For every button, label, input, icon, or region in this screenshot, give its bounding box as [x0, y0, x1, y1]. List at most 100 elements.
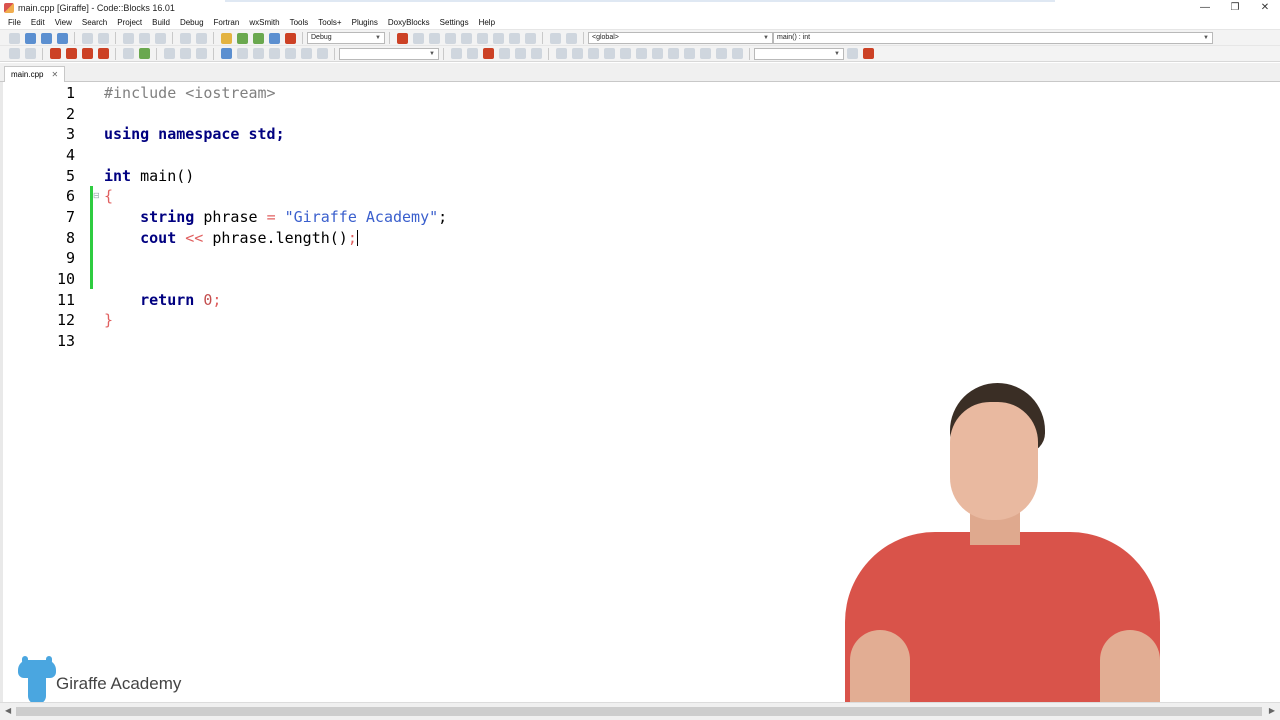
doxy-html-icon[interactable] [619, 48, 631, 59]
build-target-select[interactable]: Debug ▼ [307, 32, 385, 44]
spell-check-icon[interactable] [699, 48, 711, 59]
menu-file[interactable]: File [3, 18, 26, 27]
save-all-icon[interactable] [56, 32, 68, 44]
doxy-block-icon[interactable] [587, 48, 599, 59]
menu-settings[interactable]: Settings [435, 18, 474, 27]
stream-comment-icon[interactable] [220, 48, 232, 59]
function-select[interactable]: main() : int ▼ [773, 32, 1213, 44]
doxy-chm-icon[interactable] [635, 48, 647, 59]
abort-icon[interactable] [284, 32, 296, 44]
text-edit-icon[interactable] [268, 48, 280, 59]
wx-icon[interactable] [498, 48, 510, 59]
next-instruction-icon[interactable] [476, 32, 488, 44]
code-completion-select[interactable]: ▼ [339, 47, 439, 60]
dictionary-select[interactable]: ▼ [754, 47, 844, 60]
step-instruction-icon[interactable] [492, 32, 504, 44]
copy-icon[interactable] [138, 32, 150, 44]
stop-debug-icon[interactable] [524, 32, 536, 44]
doxy-line-icon[interactable] [603, 48, 615, 59]
title-progress-strip [225, 0, 1055, 2]
run-search-icon[interactable] [138, 48, 150, 59]
menu-build[interactable]: Build [147, 18, 175, 27]
refresh-icon[interactable] [715, 48, 727, 59]
menu-project[interactable]: Project [112, 18, 147, 27]
menu-view[interactable]: View [50, 18, 77, 27]
horizontal-scrollbar[interactable]: ◀ ▶ [0, 702, 1280, 720]
save-icon[interactable] [40, 32, 52, 44]
redo-icon[interactable] [97, 32, 109, 44]
jump-back-icon[interactable] [8, 48, 20, 59]
uncomment-icon[interactable] [179, 48, 191, 59]
debug-start-icon[interactable] [396, 32, 408, 44]
run-to-cursor-icon[interactable] [412, 32, 424, 44]
tools-icon[interactable] [846, 48, 858, 59]
menu-doxyblocks[interactable]: DoxyBlocks [383, 18, 435, 27]
minimize-button[interactable]: — [1190, 0, 1220, 15]
undo-icon[interactable] [81, 32, 93, 44]
build-and-run-icon[interactable] [252, 32, 264, 44]
jump-forward-icon[interactable] [24, 48, 36, 59]
symbol-icon[interactable] [252, 48, 264, 59]
fold-minus-icon[interactable]: ⊟ [93, 191, 100, 200]
clear-bookmarks-icon[interactable] [97, 48, 109, 59]
toggle-comment-icon[interactable] [195, 48, 207, 59]
debug-windows-icon[interactable] [549, 32, 561, 44]
next-icon[interactable] [466, 48, 478, 59]
highlight-icon[interactable] [122, 48, 134, 59]
menu-search[interactable]: Search [77, 18, 112, 27]
prev-bookmark-icon[interactable] [65, 48, 77, 59]
menu-fortran[interactable]: Fortran [209, 18, 245, 27]
run-icon[interactable] [236, 32, 248, 44]
menu-plugins[interactable]: Plugins [347, 18, 383, 27]
open-file-icon[interactable] [24, 32, 36, 44]
next-bookmark-icon[interactable] [81, 48, 93, 59]
rebuild-icon[interactable] [268, 32, 280, 44]
step-into-icon[interactable] [444, 32, 456, 44]
doxy-run-icon[interactable] [571, 48, 583, 59]
box-comment-icon[interactable] [236, 48, 248, 59]
codeblocks-app-icon [4, 2, 14, 13]
close-icon[interactable]: ✕ [51, 70, 58, 79]
doxy-icon[interactable] [555, 48, 567, 59]
code-text: std; [239, 125, 285, 143]
prev-icon[interactable] [450, 48, 462, 59]
menu-tools-plus[interactable]: Tools+ [313, 18, 346, 27]
menu-debug[interactable]: Debug [175, 18, 209, 27]
close-window-button[interactable]: ✕ [1250, 0, 1280, 15]
match-brace-icon[interactable] [284, 48, 296, 59]
new-file-icon[interactable] [8, 32, 20, 44]
settings-tool-icon[interactable] [862, 48, 874, 59]
giraffe-icon [16, 656, 58, 706]
play-macro-icon[interactable] [316, 48, 328, 59]
replace-icon[interactable] [195, 32, 207, 44]
record-macro-icon[interactable] [300, 48, 312, 59]
wx-build-icon[interactable] [514, 48, 526, 59]
menu-tools[interactable]: Tools [285, 18, 314, 27]
doxy-config-icon[interactable] [651, 48, 663, 59]
toggle-bookmark-icon[interactable] [49, 48, 61, 59]
menu-help[interactable]: Help [474, 18, 500, 27]
wx-tool-icon[interactable] [530, 48, 542, 59]
menu-wxsmith[interactable]: wxSmith [244, 18, 284, 27]
next-line-icon[interactable] [428, 32, 440, 44]
menu-edit[interactable]: Edit [26, 18, 50, 27]
scrollbar-thumb[interactable] [16, 707, 1262, 716]
zoom-out-icon[interactable] [683, 48, 695, 59]
tab-main-cpp[interactable]: main.cpp ✕ [4, 66, 66, 82]
paste-icon[interactable] [154, 32, 166, 44]
logo-text: Giraffe Academy [56, 674, 182, 693]
wx-red-icon[interactable] [482, 48, 494, 59]
cut-icon[interactable] [122, 32, 134, 44]
build-gear-icon[interactable] [220, 32, 232, 44]
debug-info-icon[interactable] [565, 32, 577, 44]
scroll-right-icon[interactable]: ▶ [1269, 706, 1275, 715]
find-icon[interactable] [179, 32, 191, 44]
zoom-in-icon[interactable] [667, 48, 679, 59]
scope-select[interactable]: <global> ▼ [588, 32, 773, 44]
scroll-left-icon[interactable]: ◀ [5, 706, 11, 715]
thesaurus-icon[interactable] [731, 48, 743, 59]
comment-icon[interactable] [163, 48, 175, 59]
pause-icon[interactable] [508, 32, 520, 44]
step-out-icon[interactable] [460, 32, 472, 44]
restore-button[interactable]: ❐ [1220, 0, 1250, 15]
